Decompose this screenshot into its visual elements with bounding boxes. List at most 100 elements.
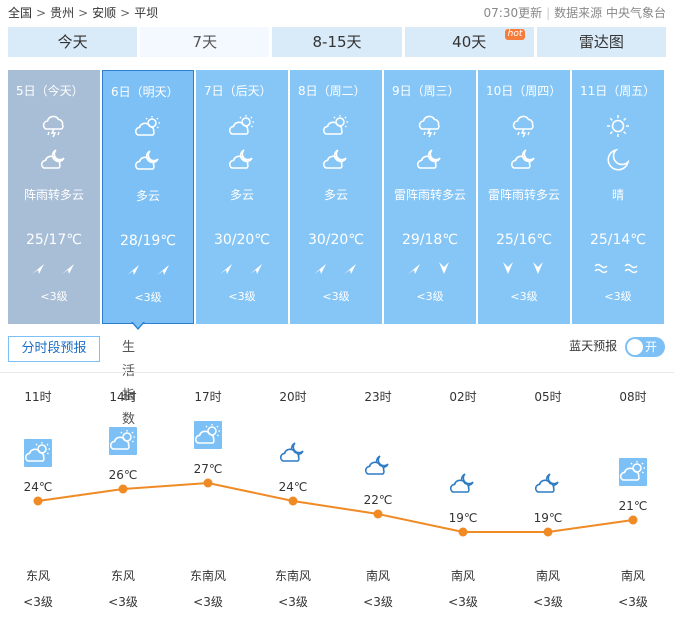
moon-cloud-icon (510, 146, 538, 174)
sun-cloud-icon (322, 112, 350, 140)
wind-arrow-icon (500, 260, 516, 276)
bluesky-label: 蓝天预报 (569, 339, 618, 353)
tab-today[interactable]: 今天 (8, 27, 138, 57)
wind-level: <3级 (322, 290, 350, 303)
hot-badge: hot (504, 29, 526, 40)
day-card[interactable]: 8日（周二） 多云 30/20℃ <3级 (290, 70, 382, 324)
wind-arrow-icon (218, 260, 234, 276)
breadcrumb-separator: > (78, 6, 89, 20)
temperature-point (33, 496, 43, 506)
day-date: 5日（今天） (16, 84, 84, 98)
wind-level: <3级 (40, 290, 68, 303)
temperature-point (458, 527, 468, 537)
update-meta: 07:30更新 | 数据来源 中央气象台 (483, 6, 666, 20)
wind-arrow-icon (155, 261, 171, 277)
weather-description: 多云 (229, 188, 254, 202)
hour-wind-level: <3级 (448, 595, 478, 609)
wind-direction (572, 260, 664, 280)
temperature-range: 25/16℃ (495, 232, 553, 248)
wind-arrow-icon (30, 260, 46, 276)
hour-wind-direction: 东南风 (274, 569, 311, 583)
day-card[interactable]: 9日（周三） 雷阵雨转多云 29/18℃ <3级 (384, 70, 476, 324)
temperature-range: 30/20℃ (213, 232, 271, 248)
bluesky-toggle[interactable]: 开 (625, 336, 665, 357)
wind-arrow-icon (624, 260, 640, 276)
wind-direction (384, 260, 476, 280)
hour-time: 23时 (364, 390, 392, 404)
thunder-rain-icon (416, 112, 444, 140)
sun-cloud-icon (134, 113, 162, 141)
wind-level: <3级 (228, 290, 256, 303)
hour-temperature: 19℃ (448, 511, 478, 525)
weather-description: 多云 (323, 188, 348, 202)
weather-description: 雷阵雨转多云 (487, 188, 560, 202)
breadcrumb-separator: > (36, 6, 47, 20)
moon-cloud-icon (364, 452, 392, 480)
data-source: 数据来源 中央气象台 (554, 6, 666, 20)
sun-cloud-icon (24, 439, 52, 467)
hour-time: 14时 (109, 390, 137, 404)
hour-wind-level: <3级 (533, 595, 563, 609)
breadcrumb: 全国 > 贵州 > 安顺 > 平坝 (8, 0, 158, 26)
day-card[interactable]: 5日（今天） 阵雨转多云 25/17℃ <3级 (8, 70, 100, 324)
day-card[interactable]: 10日（周四） 雷阵雨转多云 25/16℃ <3级 (478, 70, 570, 324)
hour-wind-level: <3级 (363, 595, 393, 609)
hour-time: 17时 (194, 390, 222, 404)
sun-cloud-icon (109, 427, 137, 455)
weather-description: 雷阵雨转多云 (393, 188, 466, 202)
wind-arrow-icon (436, 260, 452, 276)
wind-arrow-icon (406, 260, 422, 276)
hour-time: 05时 (534, 390, 562, 404)
sun-cloud-icon (619, 458, 647, 486)
bluesky-forecast: 蓝天预报 开 (569, 335, 665, 357)
tab-radar[interactable]: 雷达图 (536, 27, 667, 57)
hourly-forecast: 11时 24℃ 东风 <3级 14时 26℃ 东风 <3级 17时 27℃ 东南风 <3级 20时 24℃… (0, 380, 674, 631)
forecast-tabs: 今天 7天 8-15天 40天 hot 雷达图 (8, 27, 667, 57)
hour-temperature: 22℃ (363, 493, 393, 507)
tab-40-days[interactable]: 40天 hot (404, 27, 534, 57)
hour-wind-direction: 东风 (25, 569, 50, 583)
tab-life-index[interactable]: 生活指数 (122, 336, 135, 427)
tab-hourly-forecast[interactable]: 分时段预报 (8, 336, 100, 362)
hour-time: 02时 (449, 390, 477, 404)
hour-time: 11时 (24, 390, 52, 404)
wind-arrow-icon (312, 260, 328, 276)
hour-wind-level: <3级 (618, 595, 648, 609)
day-card[interactable]: 6日（明天） 多云 28/19℃ <3级 (102, 70, 194, 324)
moon-cloud-icon (449, 470, 477, 498)
moon-cloud-icon (416, 146, 444, 174)
hour-wind-direction: 东风 (110, 569, 135, 583)
temperature-point (628, 515, 638, 525)
day-date: 8日（周二） (298, 84, 366, 98)
divider (0, 372, 674, 373)
moon-cloud-icon (228, 146, 256, 174)
breadcrumb-item[interactable]: 全国 (8, 0, 32, 26)
tab-8-15-days[interactable]: 8-15天 (272, 27, 402, 57)
tab-7-days[interactable]: 7天 (140, 27, 270, 57)
moon-cloud-icon (134, 147, 162, 175)
hour-temperature: 21℃ (618, 499, 648, 513)
wind-level: <3级 (604, 290, 632, 303)
toggle-state: 开 (645, 339, 658, 354)
wind-arrow-icon (342, 260, 358, 276)
moon-cloud-icon (534, 470, 562, 498)
day-card[interactable]: 11日（周五） 晴 25/14℃ <3级 (572, 70, 664, 324)
wind-arrow-icon (530, 260, 546, 276)
hour-wind-level: <3级 (193, 595, 223, 609)
wind-level: <3级 (510, 290, 538, 303)
seven-day-forecast: 5日（今天） 阵雨转多云 25/17℃ <3级 6日（明天） 多云 28/19℃ <3级 7日（… (8, 70, 666, 324)
breadcrumb-item[interactable]: 平坝 (134, 0, 158, 26)
hour-temperature: 27℃ (193, 462, 223, 476)
hour-wind-level: <3级 (108, 595, 138, 609)
hour-wind-direction: 南风 (450, 569, 475, 583)
thunder-rain-icon (40, 112, 68, 140)
breadcrumb-item[interactable]: 安顺 (92, 0, 116, 26)
hour-wind-level: <3级 (23, 595, 53, 609)
day-date: 10日（周四） (486, 84, 562, 98)
weather-description: 阵雨转多云 (23, 188, 84, 202)
wind-direction (8, 260, 100, 280)
thunder-rain-icon (510, 112, 538, 140)
day-card[interactable]: 7日（后天） 多云 30/20℃ <3级 (196, 70, 288, 324)
breadcrumb-item[interactable]: 贵州 (50, 0, 74, 26)
hour-time: 20时 (279, 390, 307, 404)
